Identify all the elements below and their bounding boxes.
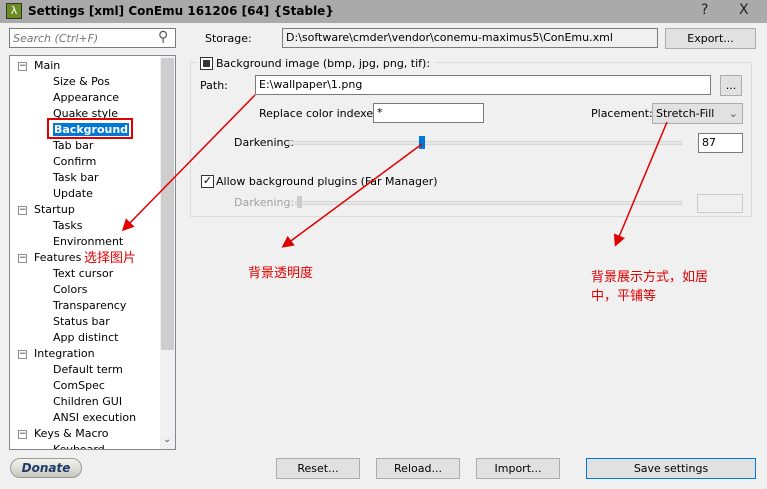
annotation-placement-line1: 背景展示方式，如居 [591,270,709,285]
annotation-select-image: 选择图片 [84,247,137,266]
annotation-transparency: 背景透明度 [248,266,314,281]
annotation-placement-line2: 中，平铺等 [591,289,657,304]
annotation-arrows [121,94,668,248]
arrow-select-image [121,94,256,232]
arrow-transparency [281,143,423,248]
arrow-placement [613,121,668,247]
